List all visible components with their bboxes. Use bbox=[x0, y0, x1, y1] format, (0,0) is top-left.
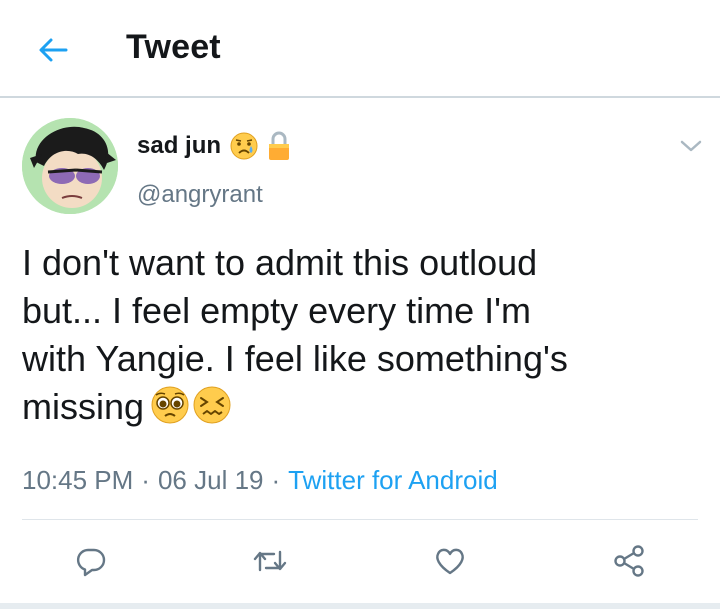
meta-separator: · bbox=[271, 465, 281, 495]
avatar[interactable] bbox=[22, 118, 118, 214]
tweet-action-bar bbox=[0, 536, 720, 586]
share-icon bbox=[614, 545, 644, 577]
author-display-name[interactable]: sad jun bbox=[137, 132, 221, 160]
bottom-separator bbox=[0, 603, 720, 609]
author-name-row[interactable]: sad jun bbox=[137, 130, 291, 162]
tweet-date: 06 Jul 19 bbox=[157, 465, 264, 495]
tweet-meta: 10:45 PM · 06 Jul 19 · Twitter for Android bbox=[22, 465, 498, 496]
tweet-text-line: missing bbox=[22, 386, 145, 427]
chevron-down-icon bbox=[680, 140, 702, 152]
sad-but-relieved-face-emoji bbox=[230, 132, 258, 160]
page-title: Tweet bbox=[126, 28, 221, 66]
reply-icon bbox=[76, 548, 106, 577]
pleading-face-emoji bbox=[151, 386, 189, 424]
like-button[interactable] bbox=[425, 536, 475, 586]
tweet-text-line-last: missing bbox=[22, 383, 702, 431]
heart-icon bbox=[436, 548, 464, 575]
tweet-text-line: but... I feel empty every time I'm bbox=[22, 290, 532, 331]
retweet-icon bbox=[253, 550, 287, 572]
meta-separator: · bbox=[141, 465, 150, 495]
confounded-face-emoji bbox=[193, 386, 231, 424]
tweet-options-chevron[interactable] bbox=[676, 134, 706, 158]
arrow-left-icon bbox=[39, 38, 68, 62]
reply-button[interactable] bbox=[66, 536, 116, 586]
share-button[interactable] bbox=[604, 536, 654, 586]
back-button[interactable] bbox=[30, 30, 76, 70]
top-app-bar: Tweet bbox=[0, 0, 720, 98]
tweet-text-line: I don't want to admit this outloud bbox=[22, 242, 538, 283]
tweet-source-link[interactable]: Twitter for Android bbox=[288, 465, 498, 495]
divider bbox=[22, 519, 698, 520]
tweet-text-line: with Yangie. I feel like something's bbox=[22, 338, 568, 379]
tweet-text: I don't want to admit this outloud but..… bbox=[22, 239, 702, 431]
tweet-time: 10:45 PM bbox=[22, 465, 134, 495]
author-handle[interactable]: @angryrant bbox=[137, 181, 263, 209]
avatar-image bbox=[22, 118, 118, 214]
lock-icon bbox=[269, 131, 290, 160]
retweet-button[interactable] bbox=[245, 536, 295, 586]
